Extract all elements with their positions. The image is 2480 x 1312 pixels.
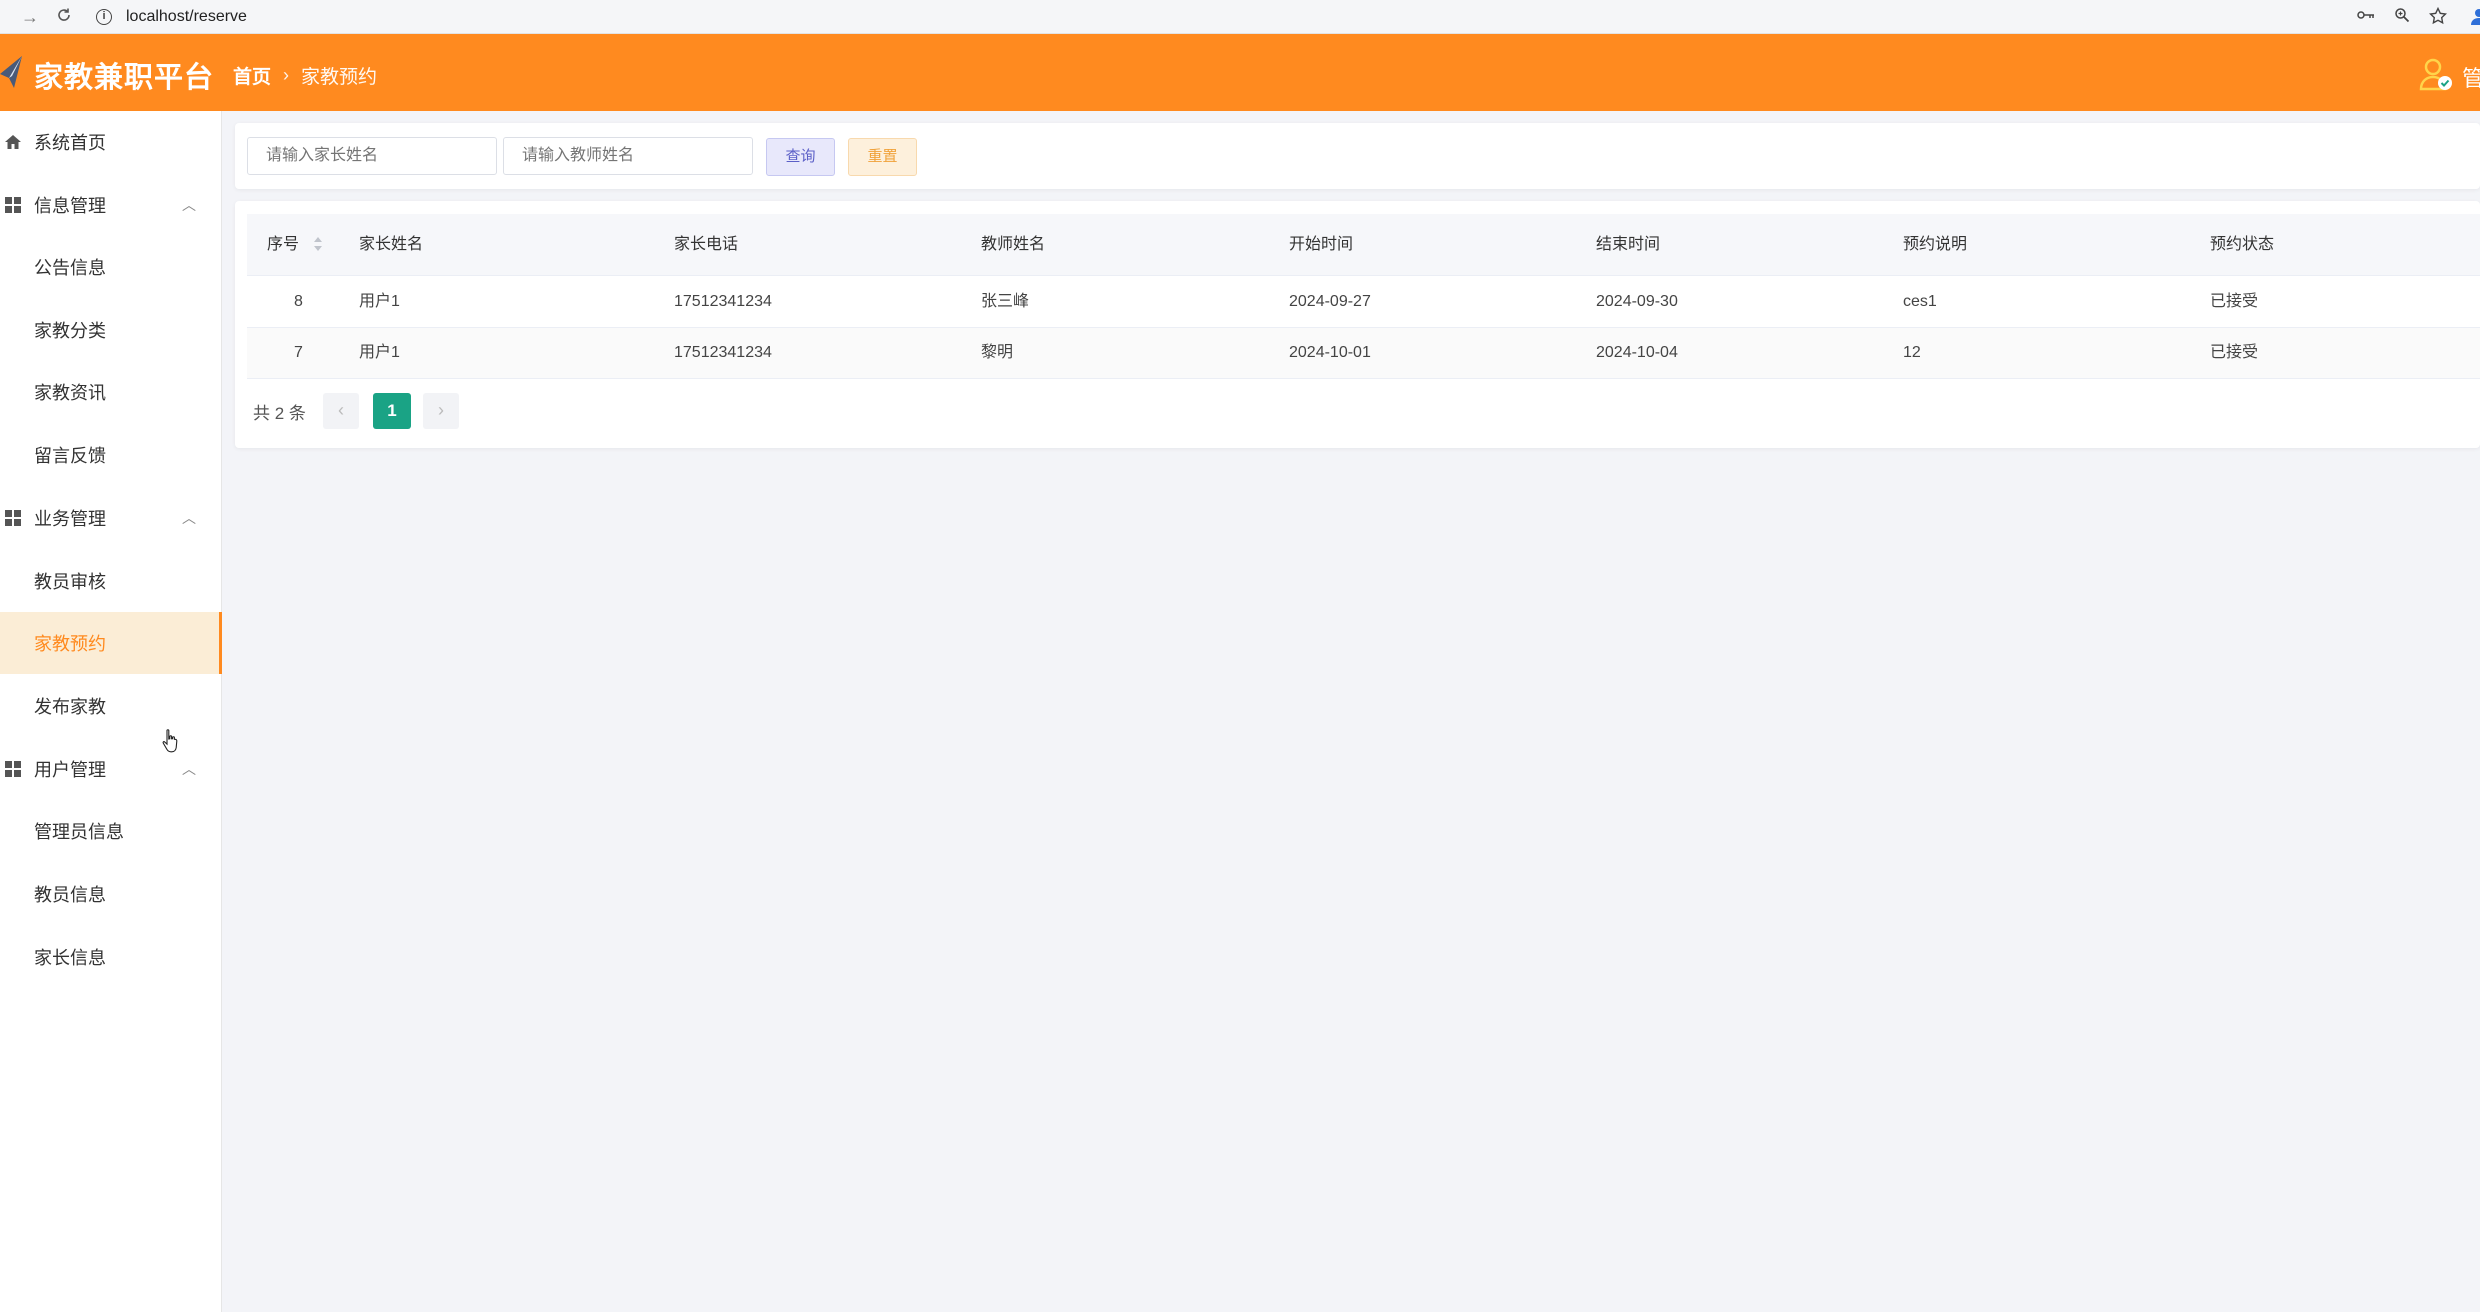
- chevron-up-icon: ︿: [182, 197, 196, 213]
- sidebar-item-label: 系统首页: [34, 133, 106, 153]
- sidebar-item-label: 公告信息: [34, 258, 106, 278]
- sidebar-item-parent-info[interactable]: 家长信息: [0, 926, 222, 988]
- table-row[interactable]: 8 用户1 17512341234 张三峰 2024-09-27 2024-09…: [247, 277, 2480, 328]
- sidebar-item-label: 家教分类: [34, 321, 106, 341]
- sidebar-item-teacher-review[interactable]: 教员审核: [0, 550, 222, 612]
- grid-icon: [5, 510, 21, 526]
- prev-page-button[interactable]: ‹: [323, 393, 359, 429]
- column-header-parent-phone: 家长电话: [674, 236, 739, 253]
- table-row[interactable]: 7 用户1 17512341234 黎明 2024-10-01 2024-10-…: [247, 328, 2480, 379]
- teacher-name-input[interactable]: [503, 137, 753, 175]
- column-header-label: 序号: [267, 236, 300, 253]
- app-header: 家教兼职平台 首页 › 家教预约 管: [0, 34, 2480, 111]
- breadcrumb: 首页 › 家教预约: [233, 62, 377, 89]
- breadcrumb-home[interactable]: 首页: [233, 62, 271, 89]
- sidebar-item-label: 留言反馈: [34, 446, 106, 466]
- browser-toolbar: → i localhost/reserve: [0, 0, 2480, 34]
- sidebar-item-home[interactable]: 系统首页: [0, 111, 222, 173]
- column-header-id[interactable]: 序号: [267, 214, 323, 276]
- sidebar-item-news[interactable]: 家教资讯: [0, 361, 222, 423]
- table-header: 序号 家长姓名 家长电话 教师姓名 开始时间 结束时间 预约说明 预约状态: [247, 214, 2480, 276]
- paper-plane-logo-icon: [0, 56, 22, 88]
- back-arrow-icon[interactable]: →: [20, 7, 40, 27]
- url-text[interactable]: localhost/reserve: [126, 8, 247, 26]
- sidebar-item-admin-info[interactable]: 管理员信息: [0, 800, 222, 862]
- reload-icon[interactable]: [54, 7, 74, 27]
- pagination: 共 2 条 ‹ 1 ›: [253, 393, 459, 429]
- cell-teacher-name: 张三峰: [981, 293, 1030, 310]
- sidebar-item-label: 发布家教: [34, 697, 106, 717]
- column-header-start-time: 开始时间: [1289, 236, 1354, 253]
- cell-status: 已接受: [2210, 293, 2259, 310]
- breadcrumb-current: 家教预约: [301, 67, 378, 88]
- cell-end-time: 2024-10-04: [1596, 344, 1678, 361]
- cell-teacher-name: 黎明: [981, 344, 1014, 361]
- sidebar-item-label: 家教预约: [34, 634, 106, 654]
- reset-button[interactable]: 重置: [848, 138, 917, 176]
- chevron-up-icon: ︿: [182, 761, 196, 777]
- chevron-up-icon: ︿: [182, 510, 196, 526]
- cell-id: 8: [294, 293, 303, 310]
- column-header-end-time: 结束时间: [1596, 236, 1661, 253]
- sidebar-group-label: 用户管理: [34, 760, 106, 780]
- address-bar[interactable]: i localhost/reserve: [96, 3, 247, 31]
- hand-cursor-icon: [162, 729, 178, 753]
- bookmark-star-icon[interactable]: [2428, 6, 2448, 27]
- cell-parent-phone: 17512341234: [674, 293, 772, 310]
- user-name[interactable]: 管: [2462, 61, 2480, 93]
- next-page-button[interactable]: ›: [423, 393, 459, 429]
- home-icon: [5, 135, 21, 149]
- column-header-status: 预约状态: [2210, 236, 2275, 253]
- column-header-parent-name: 家长姓名: [359, 236, 424, 253]
- sidebar-group-label: 信息管理: [34, 196, 106, 216]
- sidebar-item-category[interactable]: 家教分类: [0, 299, 222, 361]
- sidebar-item-teacher-info[interactable]: 教员信息: [0, 863, 222, 925]
- sidebar-item-label: 管理员信息: [34, 822, 124, 842]
- sidebar-item-feedback[interactable]: 留言反馈: [0, 424, 222, 486]
- reserve-table-card: 序号 家长姓名 家长电话 教师姓名 开始时间 结束时间 预约说明 预约状态 8 …: [235, 201, 2480, 448]
- sidebar-item-notice[interactable]: 公告信息: [0, 236, 222, 298]
- search-bar: 查询 重置: [235, 123, 2480, 189]
- sidebar-item-reserve[interactable]: 家教预约: [0, 612, 222, 674]
- cell-status: 已接受: [2210, 344, 2259, 361]
- grid-icon: [5, 761, 21, 777]
- cell-parent-phone: 17512341234: [674, 344, 772, 361]
- column-header-teacher-name: 教师姓名: [981, 236, 1046, 253]
- sidebar-group-users[interactable]: 用户管理 ︿: [0, 738, 222, 800]
- sidebar-item-label: 教员信息: [34, 885, 106, 905]
- sidebar-item-label: 家长信息: [34, 948, 106, 968]
- grid-icon: [5, 197, 21, 213]
- sidebar: 系统首页 信息管理 ︿ 公告信息 家教分类 家教资讯 留言反馈 业务管理 ︿ 教…: [0, 111, 222, 1312]
- sort-icon[interactable]: [313, 235, 323, 253]
- column-header-note: 预约说明: [1903, 236, 1968, 253]
- sidebar-group-label: 业务管理: [34, 509, 106, 529]
- parent-name-input[interactable]: [247, 137, 497, 175]
- query-button[interactable]: 查询: [766, 138, 835, 176]
- pagination-total: 共 2 条: [253, 403, 306, 423]
- app-logo-text: 家教兼职平台: [34, 62, 215, 94]
- cell-id: 7: [294, 344, 303, 361]
- sidebar-item-label: 家教资讯: [34, 383, 106, 403]
- cell-note: ces1: [1903, 293, 1937, 310]
- sidebar-group-info[interactable]: 信息管理 ︿: [0, 174, 222, 236]
- zoom-icon[interactable]: [2392, 7, 2412, 27]
- page-number-button[interactable]: 1: [373, 393, 411, 429]
- cell-end-time: 2024-09-30: [1596, 293, 1678, 310]
- cell-parent-name: 用户1: [359, 293, 400, 310]
- cell-parent-name: 用户1: [359, 344, 400, 361]
- sidebar-item-label: 教员审核: [34, 572, 106, 592]
- password-key-icon[interactable]: [2356, 7, 2376, 27]
- cell-note: 12: [1903, 344, 1921, 361]
- admin-avatar-icon[interactable]: [2418, 56, 2454, 92]
- breadcrumb-separator: ›: [283, 65, 290, 85]
- site-info-icon[interactable]: i: [96, 8, 112, 25]
- cell-start-time: 2024-09-27: [1289, 293, 1371, 310]
- profile-icon[interactable]: [2470, 7, 2480, 27]
- sidebar-group-business[interactable]: 业务管理 ︿: [0, 487, 222, 549]
- sidebar-item-publish[interactable]: 发布家教: [0, 675, 222, 737]
- cell-start-time: 2024-10-01: [1289, 344, 1371, 361]
